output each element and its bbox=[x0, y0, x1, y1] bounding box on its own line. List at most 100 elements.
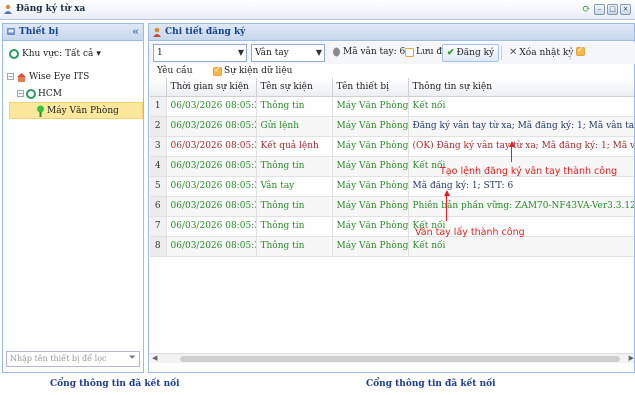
time-cell: 06/03/2026 08:05:23 bbox=[166, 116, 257, 137]
time-cell: 06/03/2026 08:05:33 bbox=[166, 216, 257, 237]
clear-log-button[interactable]: ✕ Xóa nhật ký bbox=[509, 47, 573, 58]
table-row[interactable]: 306/03/2026 08:05:33Kết quả lệnhMáy Văn … bbox=[150, 136, 634, 157]
chevron-down-icon[interactable]: ▼ bbox=[316, 48, 322, 57]
tree-item-label: Wise Eye ITS bbox=[29, 71, 90, 82]
event-filters: Yêu cầu Sự kiện dữ liệu bbox=[149, 64, 635, 78]
row-number-cell: 4 bbox=[150, 156, 167, 177]
collapse-toggle-icon[interactable]: − bbox=[17, 90, 24, 97]
filter-icon[interactable]: ⏷ bbox=[129, 353, 136, 363]
request-label: Yêu cầu bbox=[157, 66, 193, 76]
time-cell: 06/03/2026 08:05:35 bbox=[166, 236, 257, 257]
table-row[interactable]: 806/03/2026 08:05:35Thông tinMáy Văn Phò… bbox=[150, 236, 634, 257]
region-label: Khu vực: Tất cả bbox=[22, 49, 94, 59]
data-event-checkbox[interactable]: Sự kiện dữ liệu bbox=[213, 65, 292, 76]
registration-panel: Chi tiết đăng ký 1 ▼ Vân tay ▼ Mã vân ta… bbox=[148, 23, 635, 373]
finger-label: Mã vân tay: 6 bbox=[343, 47, 406, 57]
time-cell: 06/03/2026 08:05:23 bbox=[166, 96, 257, 117]
row-number-cell: 3 bbox=[150, 136, 167, 157]
event-info-cell: Mã đăng ký: 1; STT: 6 bbox=[408, 176, 634, 197]
left-status-text: Cổng thông tin đã kết nối bbox=[50, 379, 180, 389]
scroll-right-icon[interactable]: ▶ bbox=[629, 354, 634, 362]
tree-item-hcm[interactable]: − HCM bbox=[17, 85, 141, 102]
event-info-cell: Kết nối bbox=[408, 236, 634, 257]
table-row[interactable]: 606/03/2026 08:05:33Thông tinMáy Văn Phò… bbox=[150, 196, 634, 217]
maximize-button[interactable]: □ bbox=[607, 4, 618, 15]
time-cell: 06/03/2026 08:05:33 bbox=[166, 156, 257, 177]
register-label: Đăng ký bbox=[456, 48, 495, 58]
checkmark-icon: ✔ bbox=[447, 48, 455, 58]
company-icon bbox=[17, 72, 26, 82]
user-id-combo[interactable]: 1 ▼ bbox=[153, 44, 247, 62]
region-selector[interactable]: Khu vực: Tất cả ▾ bbox=[9, 49, 101, 59]
right-status-text: Cổng thông tin đã kết nối bbox=[366, 379, 496, 389]
minimize-button[interactable]: – bbox=[594, 4, 605, 15]
type-combo[interactable]: Vân tay ▼ bbox=[251, 44, 325, 62]
device-icon bbox=[7, 28, 15, 35]
tree-item-company[interactable]: − Wise Eye ITS bbox=[7, 68, 141, 85]
annotation-fingerprint-success: Vân tay lấy thành công bbox=[415, 227, 525, 238]
collapse-toggle-icon[interactable]: − bbox=[7, 73, 14, 80]
device-online-icon bbox=[37, 105, 44, 117]
annotation-command-success: Tạo lệnh đăng ký vân tay thành công bbox=[440, 166, 618, 177]
chevron-down-icon[interactable]: ▼ bbox=[238, 48, 244, 57]
column-header-rownum bbox=[150, 78, 167, 97]
event-name-cell: Gửi lệnh bbox=[256, 116, 333, 137]
row-number-cell: 1 bbox=[150, 96, 167, 117]
column-header-time[interactable]: Thời gian sự kiện bbox=[166, 78, 257, 97]
checkbox-checked-icon[interactable] bbox=[213, 65, 222, 76]
tree-item-device[interactable]: Máy Văn Phòng bbox=[9, 102, 143, 119]
tree-item-label: Máy Văn Phòng bbox=[47, 105, 119, 116]
tree-item-label: HCM bbox=[38, 88, 62, 99]
row-number-cell: 2 bbox=[150, 116, 167, 137]
window-title: Đăng ký từ xa bbox=[16, 4, 86, 14]
close-button[interactable]: × bbox=[620, 4, 631, 15]
row-number-cell: 8 bbox=[150, 236, 167, 257]
horizontal-scrollbar[interactable]: ◀ ▶ bbox=[150, 353, 634, 363]
time-cell: 06/03/2026 08:05:33 bbox=[166, 136, 257, 157]
column-header-info[interactable]: Thông tin sự kiện bbox=[408, 78, 634, 97]
column-header-device[interactable]: Tên thiết bị bbox=[332, 78, 409, 97]
area-icon bbox=[26, 88, 36, 99]
event-info-cell: Phiên bản phần vững: ZAM70-NF43VA-Ver3.3… bbox=[408, 196, 634, 217]
device-name-cell: Máy Văn Phòng bbox=[332, 196, 409, 217]
device-name-cell: Máy Văn Phòng bbox=[332, 156, 409, 177]
scroll-left-icon[interactable]: ◀ bbox=[152, 354, 157, 362]
device-panel: Thiết bị « Khu vực: Tất cả ▾ − Wise Eye … bbox=[2, 23, 144, 373]
table-row[interactable]: 506/03/2026 08:05:33Vân tayMáy Văn Phòng… bbox=[150, 176, 634, 197]
device-name-cell: Máy Văn Phòng bbox=[332, 96, 409, 117]
registration-toolbar: 1 ▼ Vân tay ▼ Mã vân tay: 6 ▾ Lưu đè ✔ Đ… bbox=[149, 42, 635, 64]
finger-selector[interactable]: Mã vân tay: 6 ▾ bbox=[332, 47, 412, 57]
event-name-cell: Thông tin bbox=[256, 96, 333, 117]
table-row[interactable]: 206/03/2026 08:05:23Gửi lệnhMáy Văn Phòn… bbox=[150, 116, 634, 137]
device-filter-input[interactable]: Nhập tên thiết bị để lọc ⏷ bbox=[6, 351, 140, 367]
register-button[interactable]: ✔ Đăng ký bbox=[442, 44, 500, 62]
annotation-arrow-head bbox=[509, 141, 515, 147]
device-name-cell: Máy Văn Phòng bbox=[332, 236, 409, 257]
table-header: Thời gian sự kiện Tên sự kiện Tên thiết … bbox=[150, 78, 634, 97]
scrollbar-thumb[interactable] bbox=[180, 356, 620, 362]
auto-checkbox[interactable] bbox=[576, 45, 585, 56]
time-cell: 06/03/2026 08:05:33 bbox=[166, 176, 257, 197]
chevron-down-icon: ▾ bbox=[96, 49, 101, 59]
event-name-cell: Thông tin bbox=[256, 236, 333, 257]
device-name-cell: Máy Văn Phòng bbox=[332, 116, 409, 137]
event-name-cell: Thông tin bbox=[256, 156, 333, 177]
user-icon bbox=[153, 27, 161, 37]
column-header-event[interactable]: Tên sự kiện bbox=[256, 78, 333, 97]
refresh-icon[interactable]: ⟳ bbox=[581, 4, 592, 15]
fingerprint-icon bbox=[333, 47, 340, 57]
event-info-cell: Đăng ký vân tay từ xa; Mã đăng ký: 1; Mã… bbox=[408, 116, 634, 137]
collapse-icon[interactable]: « bbox=[132, 25, 139, 38]
checkbox-checked-icon[interactable] bbox=[576, 45, 585, 56]
close-icon: ✕ bbox=[509, 47, 518, 58]
event-name-cell: Thông tin bbox=[256, 196, 333, 217]
type-value: Vân tay bbox=[255, 48, 289, 58]
table-row[interactable]: 106/03/2026 08:05:23Thông tinMáy Văn Phò… bbox=[150, 96, 634, 117]
checkbox-icon[interactable] bbox=[405, 47, 414, 57]
row-number-cell: 7 bbox=[150, 216, 167, 237]
table-row[interactable]: 706/03/2026 08:05:33Thông tinMáy Văn Phò… bbox=[150, 216, 634, 237]
annotation-arrow-head bbox=[444, 190, 450, 196]
toolbar-separator bbox=[570, 46, 571, 60]
row-number-cell: 6 bbox=[150, 196, 167, 217]
registration-panel-title: Chi tiết đăng ký bbox=[165, 27, 246, 37]
